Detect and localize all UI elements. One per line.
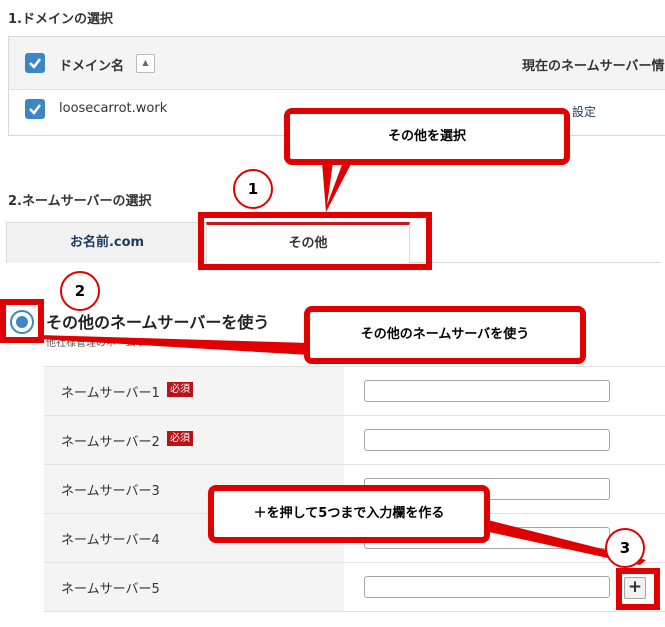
step-number-1: 1 bbox=[233, 169, 273, 209]
callout-use-other-ns: その他のネームサーバを使う bbox=[304, 306, 586, 364]
callout-select-other: その他を選択 bbox=[284, 108, 570, 165]
step-number-3: 3 bbox=[605, 528, 645, 568]
callout-add-fields: ＋を押して5つまで入力欄を作る bbox=[208, 485, 490, 543]
step-number-2: 2 bbox=[60, 271, 100, 311]
pointer-callout2 bbox=[38, 335, 310, 355]
